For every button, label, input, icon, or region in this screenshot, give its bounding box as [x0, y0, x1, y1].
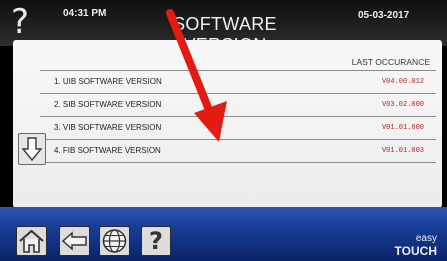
touch-screen: ? 04:31 PM SOFTWARE VERSION 05-03-2017 L…: [0, 0, 447, 261]
red-arrow-icon: [166, 9, 227, 142]
